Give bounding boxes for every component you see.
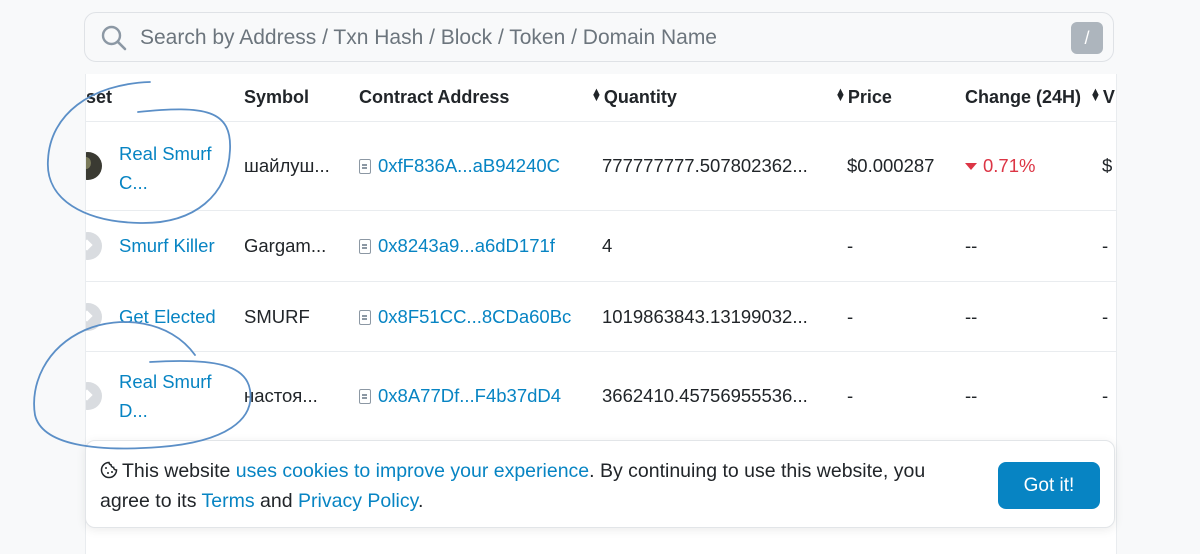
- token-price: -: [847, 306, 854, 327]
- price-change: 0.71%: [965, 152, 1035, 179]
- caret-down-icon: [965, 163, 977, 170]
- table-row: Real Smurf D... настоя... 0x8A77Df...F4b3…: [86, 352, 1116, 440]
- privacy-policy-link[interactable]: Privacy Policy: [298, 490, 418, 512]
- token-quantity: 777777777.507802362...: [602, 155, 808, 176]
- header-symbol: Symbol: [244, 87, 310, 107]
- token-price: -: [847, 385, 854, 406]
- header-price[interactable]: ▲ ▼ Price: [835, 86, 892, 108]
- token-symbol: настоя...: [244, 385, 318, 406]
- search-icon: [101, 25, 127, 51]
- search-input[interactable]: Search by Address / Txn Hash / Block / T…: [140, 25, 717, 51]
- sort-icon: ▲ ▼: [1090, 86, 1101, 104]
- document-icon: [359, 389, 371, 404]
- token-price: $0.000287: [847, 155, 935, 176]
- table-header: set Symbol Contract Address ▲ ▼ Quantity ▲…: [86, 74, 1116, 122]
- contract-address-link[interactable]: 0x8243a9...a6dD171f: [359, 232, 555, 259]
- cookie-policy-link[interactable]: uses cookies to improve your experience: [236, 460, 589, 482]
- token-quantity: 3662410.45756955536...: [602, 385, 808, 406]
- token-avatar: [86, 152, 102, 180]
- cookie-consent-banner: This website uses cookies to improve you…: [85, 440, 1115, 528]
- token-price: -: [847, 235, 854, 256]
- token-value: -: [1102, 385, 1109, 406]
- cookie-message: This website uses cookies to improve you…: [100, 460, 926, 512]
- token-quantity: 4: [602, 235, 613, 256]
- table-row: Smurf Killer Gargam... 0x8243a9...a6dD17…: [86, 211, 1116, 282]
- token-avatar: [86, 382, 102, 410]
- table-row: Get Elected SMURF 0x8F51CC...8CDa60Bc 10…: [86, 282, 1116, 352]
- token-symbol: SMURF: [244, 306, 310, 327]
- document-icon: [359, 239, 371, 254]
- contract-address-link[interactable]: 0x8F51CC...8CDa60Bc: [359, 303, 571, 330]
- token-name-link[interactable]: Real Smurf D...: [119, 367, 212, 425]
- token-avatar: [86, 303, 102, 331]
- document-icon: [359, 310, 371, 325]
- search-bar[interactable]: Search by Address / Txn Hash / Block / T…: [84, 12, 1114, 62]
- document-icon: [359, 159, 371, 174]
- token-name-link[interactable]: Real Smurf C...: [119, 139, 212, 197]
- token-value: -: [1102, 235, 1109, 256]
- sort-icon: ▲ ▼: [591, 86, 602, 104]
- token-name-link[interactable]: Smurf Killer: [119, 232, 215, 259]
- cookie-icon: [100, 461, 118, 479]
- accept-cookies-button[interactable]: Got it!: [998, 462, 1100, 509]
- price-change: --: [965, 385, 978, 406]
- contract-address-link[interactable]: 0xfF836A...aB94240C: [359, 152, 560, 179]
- header-asset: set: [86, 87, 113, 107]
- header-change-24h: Change (24H): [965, 87, 1082, 107]
- header-quantity[interactable]: ▲ ▼ Quantity: [591, 86, 677, 108]
- table-row: Real Smurf C... шайлуш... 0xfF836A...aB94…: [86, 122, 1116, 211]
- token-avatar: [86, 232, 102, 260]
- contract-address-link[interactable]: 0x8A77Df...F4b37dD4: [359, 382, 561, 409]
- terms-link[interactable]: Terms: [202, 490, 255, 512]
- header-contract-address: Contract Address: [359, 87, 510, 107]
- token-symbol: Gargam...: [244, 235, 327, 256]
- sort-icon: ▲ ▼: [835, 86, 846, 104]
- token-symbol: шайлуш...: [244, 155, 330, 176]
- token-name-link[interactable]: Get Elected: [119, 303, 216, 330]
- price-change: --: [965, 306, 978, 327]
- price-change: --: [965, 235, 978, 256]
- header-value[interactable]: ▲ ▼ V: [1090, 86, 1115, 108]
- token-quantity: 1019863843.13199032...: [602, 306, 808, 327]
- search-shortcut-badge: /: [1071, 22, 1103, 54]
- token-value: -: [1102, 306, 1109, 327]
- token-value: $: [1102, 155, 1113, 176]
